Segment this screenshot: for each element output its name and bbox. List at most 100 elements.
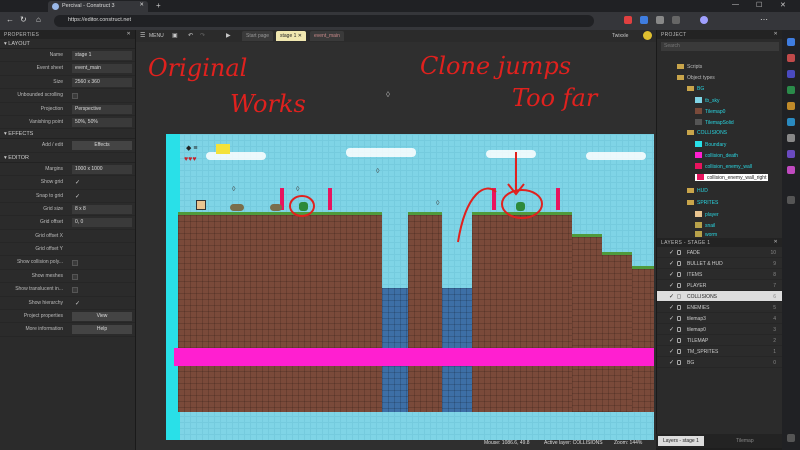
tree-item[interactable]: TilemapSolid [695,119,734,126]
lock-icon[interactable] [677,338,681,343]
grid-offset-field[interactable]: 0, 0 [72,218,132,228]
sidebar-app-icon[interactable] [787,86,795,94]
undo-icon[interactable]: ↶ [188,32,193,39]
url-field[interactable]: https://editor.construct.net [54,15,594,27]
project-search-input[interactable]: Search [661,42,779,51]
section-editor[interactable]: ▾ EDITOR [0,153,135,163]
sidebar-app-icon[interactable] [787,134,795,142]
tree-item[interactable]: Tilemap0 [695,108,725,115]
collision-death-object[interactable] [174,348,654,366]
sidebar-app-icon[interactable] [787,150,795,158]
sidebar-app-icon[interactable] [787,102,795,110]
event-sheet-select[interactable]: event_main [72,64,132,74]
show-translucent-checkbox[interactable] [72,287,78,294]
effects-button[interactable]: Effects [72,141,132,151]
tree-item[interactable]: Object types [677,75,715,81]
back-icon[interactable]: ← [6,15,14,24]
show-grid-checkbox[interactable]: ✓ [72,178,132,187]
layer-row[interactable]: ✓ TILEMAP 2 [657,335,782,346]
lock-icon[interactable] [677,283,681,288]
projection-select[interactable]: Perspective [72,104,132,114]
user-avatar[interactable] [643,31,652,40]
grid-offset-y-field[interactable] [72,245,132,254]
redo-icon[interactable]: ↷ [200,32,205,39]
home-icon[interactable]: ⌂ [36,15,41,24]
show-hierarchy-checkbox[interactable]: ✓ [72,299,132,308]
tree-item[interactable]: player [695,211,719,218]
tree-item[interactable]: Boundary [695,141,726,148]
section-effects[interactable]: ▾ EFFECTS [0,129,135,140]
show-collision-checkbox[interactable] [72,260,78,267]
snap-to-grid-checkbox[interactable]: ✓ [72,192,132,201]
extension-icon[interactable] [656,16,664,24]
tree-item[interactable]: BG [687,86,704,92]
name-field[interactable]: stage 1 [72,51,132,60]
grid-size-field[interactable]: 8 x 8 [72,204,132,214]
panel-close-icon[interactable]: ✕ [127,31,132,37]
window-close-icon[interactable]: ✕ [780,1,786,9]
tree-item[interactable]: COLLISIONS [687,130,727,136]
browser-tab[interactable]: Percival - Construct 3 ✕ [48,1,148,12]
show-meshes-checkbox[interactable] [72,273,78,280]
tab-event-main[interactable]: event_main [310,31,344,41]
menu-icon[interactable]: ☰ [140,32,145,39]
lock-icon[interactable] [677,360,681,365]
visibility-check-icon[interactable]: ✓ [669,304,674,311]
tree-item[interactable]: HUD [687,188,708,194]
refresh-icon[interactable]: ↻ [20,15,27,24]
unbounded-checkbox[interactable] [72,93,78,100]
panel-close-icon[interactable]: ✕ [774,31,779,37]
tab-close-icon[interactable]: ✕ [139,2,144,8]
tree-item[interactable]: worm [695,231,717,237]
visibility-check-icon[interactable]: ✓ [669,260,674,267]
visibility-check-icon[interactable]: ✓ [669,326,674,333]
sidebar-app-icon[interactable] [787,166,795,174]
visibility-check-icon[interactable]: ✓ [669,359,674,366]
layer-row[interactable]: ✓ tilemap0 3 [657,324,782,335]
tree-item[interactable]: Scripts [677,64,702,70]
username[interactable]: Twixxle [612,33,628,39]
sidebar-app-icon[interactable] [787,118,795,126]
visibility-check-icon[interactable]: ✓ [669,282,674,289]
tree-item-selected[interactable]: collision_enemy_wall_right [695,174,769,181]
view-button[interactable]: View [72,312,132,322]
tree-item[interactable]: snail [695,222,715,229]
search-icon[interactable] [787,38,795,46]
lock-icon[interactable] [677,250,681,255]
play-icon[interactable]: ▶ [226,32,231,39]
visibility-check-icon[interactable]: ✓ [669,249,674,256]
layer-row[interactable]: ✓ ENEMIES 5 [657,302,782,313]
profile-avatar[interactable] [700,16,708,24]
tree-item[interactable]: collision_death [695,152,738,159]
vanishing-point-field[interactable]: 50%, 50% [72,117,132,127]
extension-icon[interactable] [640,16,648,24]
section-layout[interactable]: ▾ LAYOUT [0,39,135,49]
help-button[interactable]: Help [72,325,132,335]
layer-row[interactable]: ✓ ITEMS 8 [657,269,782,280]
tab-close-icon[interactable]: ✕ [298,33,302,39]
tab-layers[interactable]: Layers - stage 1 [658,436,704,446]
tab-stage-1[interactable]: stage 1 ✕ [276,31,306,41]
new-tab-button[interactable]: + [156,1,161,10]
size-field[interactable]: 2560 x 360 [72,77,132,87]
lock-icon[interactable] [677,316,681,321]
add-icon[interactable] [787,196,795,204]
tab-tilemap[interactable]: Tilemap [736,438,754,444]
visibility-check-icon[interactable]: ✓ [669,315,674,322]
lock-icon[interactable] [677,305,681,310]
more-menu-icon[interactable]: ⋯ [760,15,768,24]
layer-row[interactable]: ✓ PLAYER 7 [657,280,782,291]
sidebar-app-icon[interactable] [787,70,795,78]
minimize-icon[interactable]: — [732,1,739,8]
lock-icon[interactable] [677,294,681,299]
lock-icon[interactable] [677,261,681,266]
settings-icon[interactable] [787,434,795,442]
grid-offset-x-field[interactable] [72,232,132,241]
tree-item[interactable]: SPRITES [687,200,718,206]
lock-icon[interactable] [677,327,681,332]
layer-row[interactable]: ✓ BULLET & HUD 9 [657,258,782,269]
tab-start-page[interactable]: Start page [242,31,274,41]
layer-row[interactable]: ✓ COLLISIONS 6 [657,291,782,302]
margins-field[interactable]: 1000 x 1000 [72,164,132,174]
layer-row[interactable]: ✓ BG 0 [657,357,782,368]
